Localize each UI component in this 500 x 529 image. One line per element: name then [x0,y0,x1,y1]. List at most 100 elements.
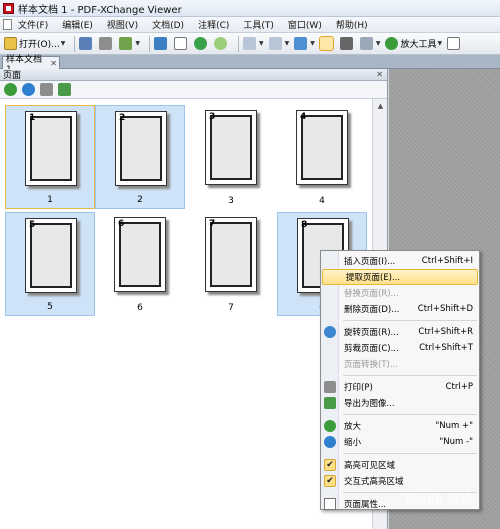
menu-item-label: 导出为图像... [344,399,395,409]
chevron-down-icon[interactable]: ▼ [61,40,66,47]
page-thumbnail[interactable]: 6 6 [95,212,185,316]
scan-icon [153,37,167,50]
menu-item-label: 缩小 [344,438,362,448]
zoom-in-icon [324,420,336,432]
menu-tools[interactable]: 工具(T) [243,18,274,31]
fit-page-button[interactable] [447,36,462,52]
menu-item-shortcut: Ctrl+Shift+D [417,304,473,314]
chevron-down-icon[interactable]: ▼ [259,40,264,47]
hand-tool-button[interactable] [318,36,335,52]
menu-item-insert-pages[interactable]: 插入页面(I)... Ctrl+Shift+I [321,253,479,269]
menu-item-zoom-out[interactable]: 缩小 "Num -" [321,434,479,450]
undo-button[interactable]: ▼ [242,36,264,52]
menu-item-highlight-visible-area[interactable]: ✔ 高亮可见区域 [321,457,479,473]
pages-panel-toolbar [0,81,387,99]
scan-button[interactable] [153,36,169,52]
menu-item-label: 提取页面(E)... [346,273,401,283]
menu-item-crop-pages[interactable]: 剪裁页面(C)... Ctrl+Shift+T [321,340,479,356]
menu-separator [343,320,477,321]
zoom-out-icon [324,436,336,448]
document-icon[interactable] [3,19,12,30]
page-label: 5 [47,302,53,312]
print-button[interactable] [99,36,114,52]
chevron-down-icon[interactable]: ▼ [135,40,140,47]
menu-item-print[interactable]: 打印(P) Ctrl+P [321,379,479,395]
menu-item-shortcut: "Num +" [435,421,473,431]
page-number: 8 [301,220,308,230]
page-thumbnail[interactable]: 4 4 [277,105,367,209]
zoom-in-icon[interactable] [4,83,17,96]
zoom-tool-button[interactable]: 放大工具 ▼ [385,36,442,52]
watermark: Baidu 经验 [405,492,472,506]
undo-icon [242,37,256,50]
zoom-out-icon[interactable] [22,83,35,96]
menu-item-replace-pages[interactable]: 替换页面(R)... [321,285,479,301]
page-thumbnail[interactable]: 5 5 [5,212,95,316]
chevron-down-icon[interactable]: ▼ [310,40,315,47]
hand-icon [318,36,334,51]
rotate-button[interactable]: ▼ [294,36,315,52]
page-preview: 3 [205,110,257,185]
snapshot-button[interactable] [339,36,355,52]
close-icon[interactable]: ✕ [50,59,57,68]
menu-item-zoom-in[interactable]: 放大 "Num +" [321,418,479,434]
menu-item-rotate-pages[interactable]: 旋转页面(R)... Ctrl+Shift+R [321,324,479,340]
menu-item-transform-pages[interactable]: 页面转换(T)... [321,356,479,372]
page-thumbnail[interactable]: 3 3 [186,105,276,209]
menu-file[interactable]: 文件(F) [18,18,48,31]
zoom-in-icon [385,37,399,50]
page-preview: 4 [296,110,348,185]
page-number: 1 [29,113,36,123]
chevron-down-icon[interactable]: ▼ [376,40,381,47]
save-button[interactable] [79,36,94,52]
email-button[interactable]: ▼ [119,36,140,52]
ocr-button[interactable] [173,36,189,52]
rotate-icon [294,37,308,50]
toolbar-separator [148,35,150,52]
menu-view[interactable]: 视图(V) [107,18,138,31]
back-arrow-icon [193,37,207,50]
page-thumbnail[interactable]: 1 1 [5,105,95,209]
chevron-down-icon[interactable]: ▼ [437,40,442,47]
page-preview: 1 [25,111,77,186]
menu-item-extract-pages[interactable]: 提取页面(E)... [322,269,478,285]
menu-item-export-image[interactable]: 导出为图像... [321,395,479,411]
folder-open-icon [4,37,17,50]
forward-arrow-icon [213,37,227,50]
scroll-up-icon[interactable]: ▲ [373,99,388,112]
menu-item-label: 交互式高亮区域 [344,477,404,487]
menu-help[interactable]: 帮助(H) [336,18,368,31]
select-text-icon [359,37,373,50]
redo-button[interactable]: ▼ [268,36,290,52]
menu-window[interactable]: 窗口(W) [288,18,322,31]
menu-item-label: 剪裁页面(C)... [344,344,399,354]
checkmark-icon: ✔ [324,459,336,471]
printer-icon[interactable] [40,83,53,96]
page-preview: 7 [205,217,257,292]
open-button[interactable]: 打开(O)... ▼ [4,36,65,52]
menu-item-interactive-highlight[interactable]: ✔ 交互式高亮区域 [321,473,479,489]
context-menu: 插入页面(I)... Ctrl+Shift+I 提取页面(E)... 替换页面(… [320,250,480,510]
menu-edit[interactable]: 编辑(E) [62,18,93,31]
page-thumbnail[interactable]: 7 7 [186,212,276,316]
page-preview: 6 [114,217,166,292]
properties-icon [324,498,336,510]
page-label: 6 [137,303,143,313]
menu-item-label: 旋转页面(R)... [344,328,399,338]
ocr-icon [173,37,187,50]
menu-item-delete-pages[interactable]: 删除页面(D)... Ctrl+Shift+D [321,301,479,317]
menu-document[interactable]: 文档(D) [152,18,184,31]
forward-button[interactable] [213,36,229,52]
save-icon [79,37,93,50]
select-button[interactable]: ▼ [359,36,381,52]
menu-comments[interactable]: 注释(C) [198,18,229,31]
page-thumbnail[interactable]: 2 2 [95,105,185,209]
page-label: 3 [228,196,234,206]
menu-item-label: 打印(P) [344,383,373,393]
menu-item-shortcut: Ctrl+Shift+I [421,256,473,266]
back-button[interactable] [193,36,209,52]
fit-page-icon [447,37,461,50]
close-icon[interactable]: ✕ [376,70,383,79]
export-image-icon[interactable] [58,83,71,96]
chevron-down-icon[interactable]: ▼ [285,40,290,47]
